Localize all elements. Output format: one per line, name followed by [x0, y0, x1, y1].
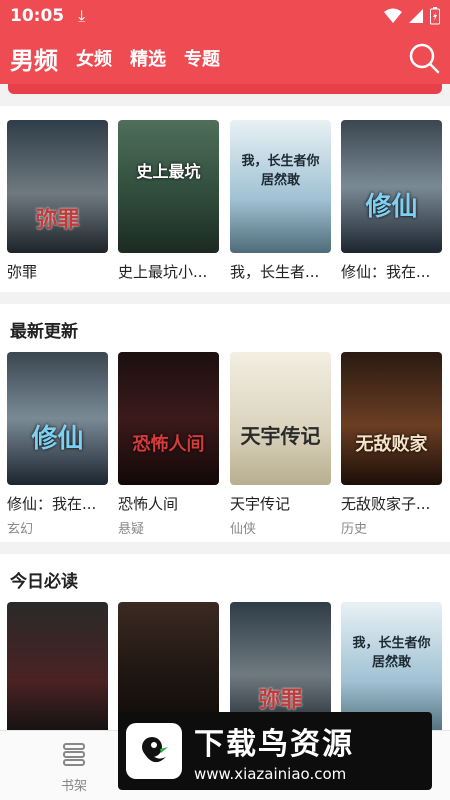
book-title: 修仙：我在...	[341, 263, 431, 281]
cover-title: 我，长生者你居然敢	[241, 154, 320, 188]
book-cover: 无敌败家	[341, 352, 442, 485]
book-cover: 弥罪	[7, 120, 108, 253]
book-cover: 史上最坑	[118, 120, 219, 253]
app-header: 男频 女频 精选 专题	[0, 32, 450, 84]
book-card[interactable]: 无敌败家 无敌败家子... 历史	[341, 352, 442, 537]
watermark: 下载鸟资源 www.xiazainiao.com	[118, 712, 432, 790]
cover-title: 史上最坑	[136, 162, 201, 181]
battery-icon	[430, 7, 440, 25]
book-title: 史上最坑小...	[118, 263, 208, 281]
book-card[interactable]: 恐怖人间 恐怖人间 悬疑	[118, 352, 219, 537]
tab-topics[interactable]: 专题	[184, 45, 220, 71]
status-bar: 10:05 ⤓	[0, 0, 450, 32]
cover-title: 弥罪	[35, 208, 80, 233]
bookshelf-icon	[63, 743, 85, 766]
book-title: 无敌败家子...	[341, 495, 431, 513]
book-category: 仙侠	[230, 522, 257, 537]
section-latest-updates: 最新更新 修仙 修仙：我在... 玄幻 恐怖人间 恐怖人间 悬疑 天宇传记 天宇…	[0, 304, 450, 542]
book-title: 我，长生者...	[230, 263, 320, 281]
book-title: 天宇传记	[230, 495, 291, 513]
book-card[interactable]	[7, 602, 108, 735]
banner[interactable]	[8, 84, 442, 94]
book-card[interactable]: 弥罪 弥罪	[7, 120, 108, 282]
download-icon: ⤓	[78, 6, 86, 25]
book-cover: 我，长生者你居然敢	[230, 120, 331, 253]
signal-icon	[409, 9, 423, 23]
cover-title: 无敌败家	[355, 434, 428, 455]
watermark-logo	[126, 723, 182, 779]
status-icons	[384, 7, 440, 25]
book-cover: 恐怖人间	[118, 352, 219, 485]
watermark-url: www.xiazainiao.com	[194, 765, 347, 783]
book-card[interactable]: 修仙 修仙：我在... 玄幻	[7, 352, 108, 537]
book-card[interactable]: 史上最坑 史上最坑小...	[118, 120, 219, 282]
tab-bookshelf[interactable]: 书架	[44, 741, 104, 794]
book-category: 历史	[341, 522, 368, 537]
book-title: 弥罪	[7, 263, 38, 281]
book-category: 玄幻	[7, 522, 34, 537]
tab-male[interactable]: 男频	[10, 41, 58, 76]
book-cover	[7, 602, 108, 735]
section-title: 最新更新	[10, 322, 78, 342]
cover-title: 修仙	[365, 192, 418, 222]
watermark-text: 下载鸟资源 www.xiazainiao.com	[194, 719, 354, 783]
cover-title: 我，长生者你居然敢	[352, 636, 431, 670]
book-cover: 天宇传记	[230, 352, 331, 485]
tab-featured[interactable]: 精选	[130, 45, 166, 71]
book-card[interactable]: 修仙 修仙：我在...	[341, 120, 442, 282]
book-category: 悬疑	[118, 522, 145, 537]
status-time: 10:05	[10, 6, 65, 26]
book-cover: 修仙	[7, 352, 108, 485]
section-title: 今日必读	[10, 572, 78, 592]
cover-title: 修仙	[31, 424, 84, 454]
bird-logo-icon	[142, 737, 168, 763]
book-cover: 修仙	[341, 120, 442, 253]
tab-label: 书架	[60, 779, 87, 794]
cover-title: 弥罪	[258, 688, 303, 713]
watermark-main: 下载鸟资源	[194, 727, 354, 762]
tab-female[interactable]: 女频	[76, 45, 112, 71]
book-card[interactable]: 天宇传记 天宇传记 仙侠	[230, 352, 331, 537]
search-icon[interactable]	[408, 42, 440, 74]
section-recommended: 弥罪 弥罪 史上最坑 史上最坑小... 我，长生者你居然敢 我，长生者... 修…	[0, 106, 450, 292]
book-title: 修仙：我在...	[7, 495, 97, 513]
book-card[interactable]: 我，长生者你居然敢 我，长生者...	[230, 120, 331, 282]
content: 弥罪 弥罪 史上最坑 史上最坑小... 我，长生者你居然敢 我，长生者... 修…	[0, 84, 450, 800]
book-title: 恐怖人间	[118, 495, 179, 513]
wifi-icon	[384, 8, 402, 23]
cover-title: 恐怖人间	[132, 434, 205, 455]
cover-title: 天宇传记	[240, 424, 321, 448]
